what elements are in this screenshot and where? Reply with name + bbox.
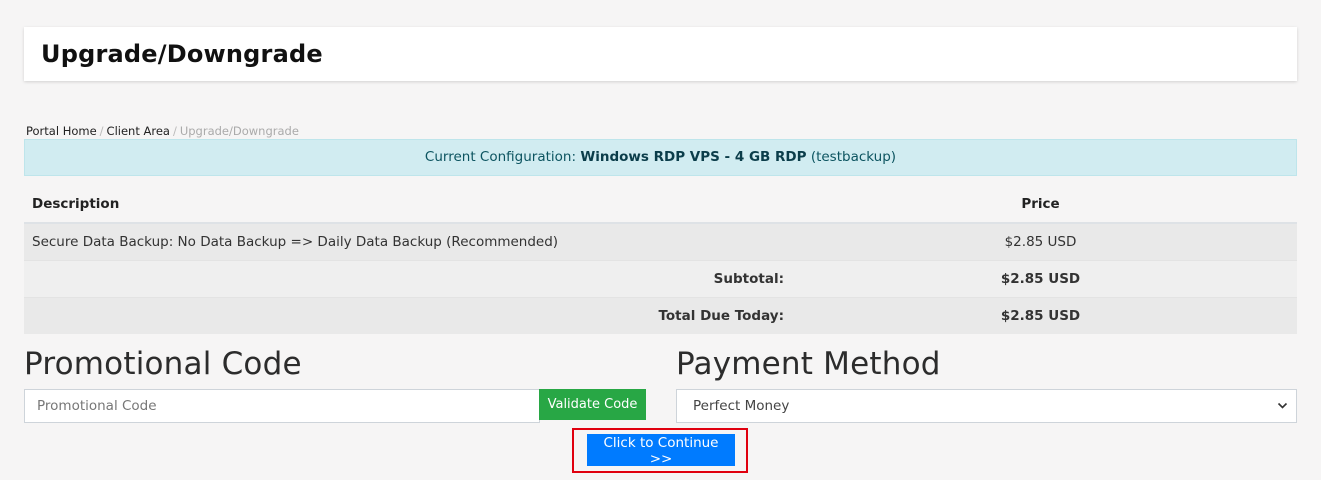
continue-highlight-box: Click to Continue >> xyxy=(572,428,748,473)
payment-title: Payment Method xyxy=(676,346,941,382)
config-product: Windows RDP VPS - 4 GB RDP xyxy=(580,149,807,165)
promo-title: Promotional Code xyxy=(24,346,302,382)
row-description: Secure Data Backup: No Data Backup => Da… xyxy=(24,222,784,260)
current-configuration-alert: Current Configuration: Windows RDP VPS -… xyxy=(24,139,1297,176)
payment-method-select[interactable]: Perfect Money xyxy=(676,389,1297,423)
total-value: $2.85 USD xyxy=(784,296,1297,334)
row-price: $2.85 USD xyxy=(784,222,1297,260)
breadcrumb-client-area[interactable]: Client Area xyxy=(107,124,170,138)
table-row: Secure Data Backup: No Data Backup => Da… xyxy=(24,222,1297,260)
breadcrumb-current: Upgrade/Downgrade xyxy=(179,124,299,138)
page-title: Upgrade/Downgrade xyxy=(41,40,323,68)
promo-code-input[interactable] xyxy=(24,389,540,423)
subtotal-row: Subtotal: $2.85 USD xyxy=(24,259,1297,297)
chevron-down-icon xyxy=(1277,390,1288,435)
breadcrumb-separator: / xyxy=(99,124,104,138)
breadcrumb-portal-home[interactable]: Portal Home xyxy=(26,124,97,138)
config-label: Current Configuration: xyxy=(424,149,577,165)
table-header-row: Description Price xyxy=(24,186,1297,224)
subtotal-value: $2.85 USD xyxy=(784,259,1297,297)
continue-button[interactable]: Click to Continue >> xyxy=(587,434,735,467)
payment-selected-value: Perfect Money xyxy=(693,398,790,414)
price-header: Price xyxy=(784,186,1297,224)
subtotal-label: Subtotal: xyxy=(24,259,784,297)
total-row: Total Due Today: $2.85 USD xyxy=(24,296,1297,334)
config-service: (testbackup) xyxy=(810,149,897,165)
page-header: Upgrade/Downgrade xyxy=(24,27,1297,81)
description-header: Description xyxy=(24,186,784,224)
order-summary-table: Description Price Secure Data Backup: No… xyxy=(24,186,1297,334)
breadcrumb-separator: / xyxy=(172,124,177,138)
total-label: Total Due Today: xyxy=(24,296,784,334)
breadcrumb: Portal Home / Client Area / Upgrade/Downgrad… xyxy=(26,124,299,138)
validate-code-button[interactable]: Validate Code xyxy=(539,389,646,420)
